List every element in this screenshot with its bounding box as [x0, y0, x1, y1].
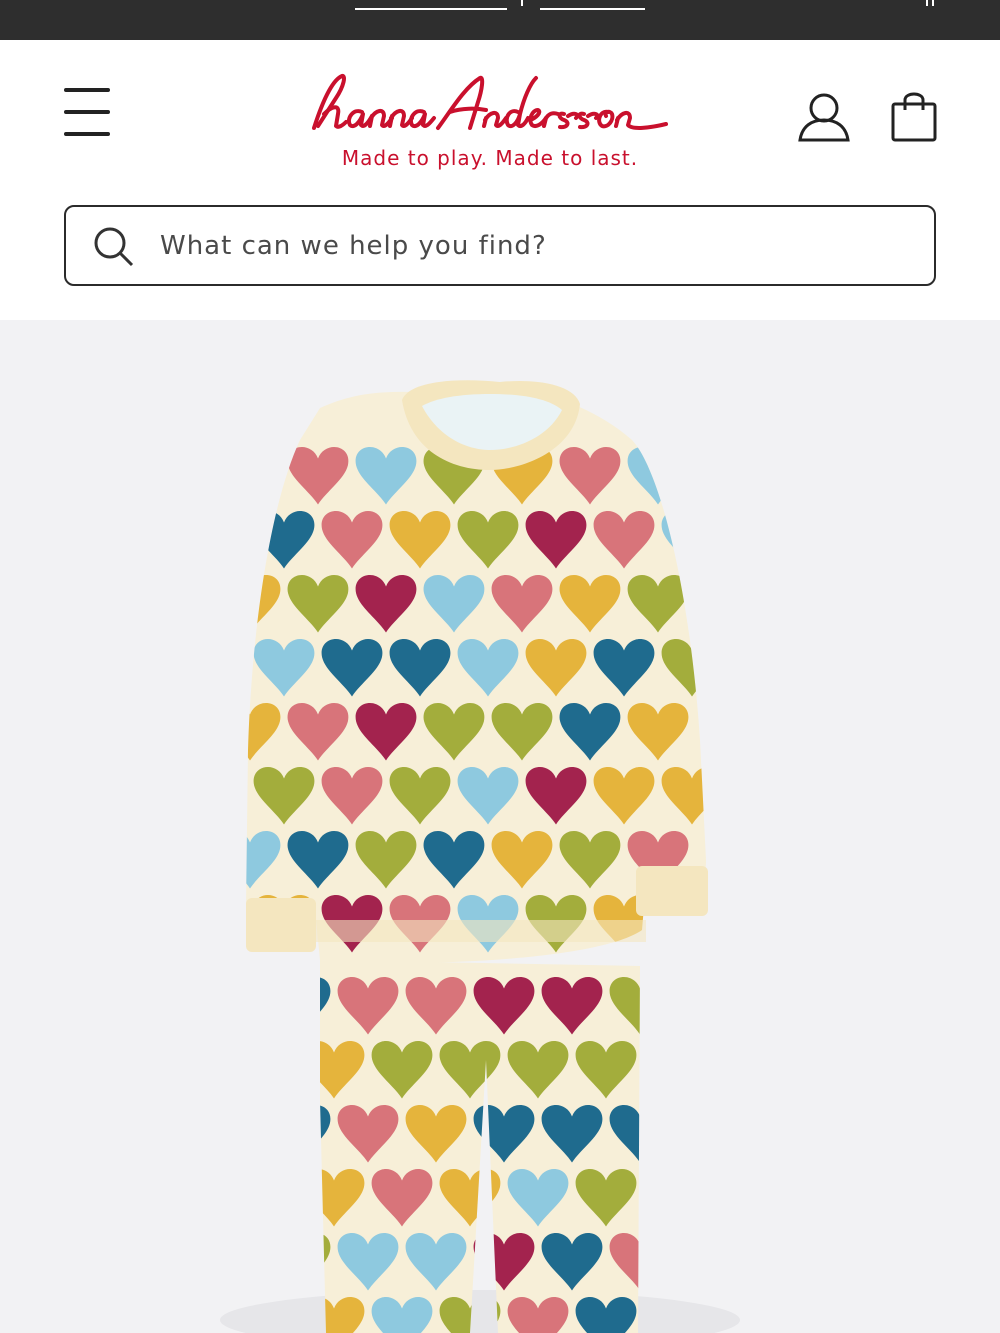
promo-bar	[0, 0, 1000, 40]
left-cuff	[246, 898, 316, 952]
search-icon[interactable]	[92, 225, 136, 269]
brand-tagline: Made to play. Made to last.	[341, 146, 639, 170]
product-image[interactable]	[0, 320, 1000, 1333]
account-icon[interactable]	[796, 88, 852, 144]
promo-link-2[interactable]	[540, 8, 645, 10]
hanna-andersson-wordmark	[312, 74, 668, 130]
pajama-set-illustration	[220, 380, 740, 1333]
hamburger-menu-icon[interactable]	[62, 88, 112, 136]
heart-print	[320, 1232, 331, 1291]
heart-print	[320, 1104, 331, 1163]
promo-link-1[interactable]	[355, 8, 507, 10]
promo-close-icon[interactable]	[926, 0, 934, 6]
right-cuff	[636, 866, 708, 916]
promo-divider	[521, 0, 523, 6]
search-bar[interactable]	[64, 205, 936, 286]
shopping-bag-icon[interactable]	[890, 88, 938, 144]
brand-logo[interactable]: Made to play. Made to last.	[300, 68, 680, 178]
site-header: Made to play. Made to last.	[0, 40, 1000, 320]
search-input[interactable]	[158, 223, 902, 269]
heart-print	[246, 446, 281, 505]
